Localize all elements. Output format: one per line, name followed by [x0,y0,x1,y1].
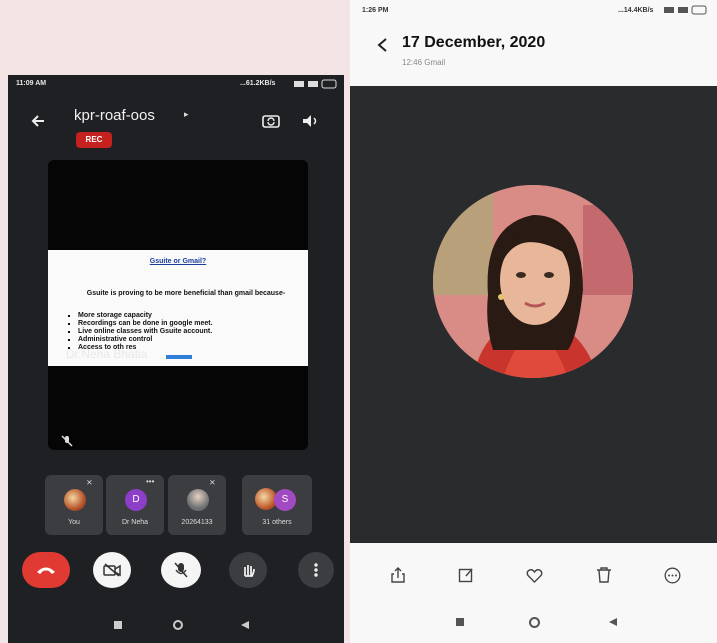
more-icon[interactable] [664,567,681,584]
mic-off-icon [174,562,188,578]
more-options-button[interactable] [298,552,334,588]
recents-nav-icon[interactable] [114,621,122,629]
share-icon[interactable] [390,567,406,583]
hand-icon [244,565,255,577]
speaker-icon[interactable] [301,113,319,129]
bottom-toolbar [350,543,717,643]
slide-bullet: Live online classes with Gsuite account. [78,328,213,336]
delete-icon[interactable] [596,567,612,583]
switch-camera-icon[interactable] [262,113,280,129]
avatar: S [274,489,296,511]
status-network: ...61.2KB/s [240,80,276,87]
caret-right-icon[interactable]: ▸ [184,109,189,120]
participant-tile-you[interactable]: ⨯ You [45,475,103,535]
slide-bullets: More storage capacity Recordings can be … [70,312,213,352]
home-nav-icon[interactable] [529,617,540,628]
slide-title: Gsuite or Gmail? [149,258,207,265]
mic-off-icon [61,435,73,447]
page-title: 17 December, 2020 [402,34,546,51]
presenter-name: Dr.Neha Bhatia [66,347,148,361]
meeting-title[interactable]: kpr-roaf-oos [74,107,155,124]
home-nav-icon[interactable] [173,620,183,630]
slide-bullet: More storage capacity [78,312,213,320]
back-arrow-icon[interactable] [30,113,46,129]
back-nav-icon[interactable] [608,617,618,627]
phone-hangup-icon [37,567,55,574]
slide-bullet: Administrative control [78,336,213,344]
participant-label: 20264133 [181,519,213,526]
presentation-tile[interactable]: Gsuite or Gmail? Gsuite is proving to be… [48,160,308,450]
mic-off-icon: ⨯ [209,478,216,487]
status-time: 1:26 PM [362,7,389,14]
participant-label: 31 others [262,519,292,526]
avatar [187,489,209,511]
edit-icon[interactable] [458,567,474,583]
slide-intro: Gsuite is proving to be more beneficial … [86,290,286,297]
meet-screen: 11:09 AM ...61.2KB/s kpr-roaf-oos ▸ REC … [8,75,344,643]
rec-badge: REC [76,132,112,148]
subtitle: 12:46 Gmail [402,58,446,67]
raise-hand-button[interactable] [229,552,267,588]
back-chevron-icon[interactable] [376,37,388,53]
recents-nav-icon[interactable] [456,618,464,626]
camera-off-icon [103,563,121,577]
slide-bullet: Recordings can be done in google meet. [78,320,213,328]
status-time: 11:09 AM [16,80,47,87]
participant-label: Dr Neha [121,519,149,526]
signal-battery-icon [664,5,707,15]
portrait-image [433,185,633,378]
favorite-icon[interactable] [526,568,543,583]
mic-toggle-button[interactable] [161,552,201,588]
gallery-screen: 1:26 PM ...14.4KB/s 17 December, 2020 12… [350,0,717,643]
camera-toggle-button[interactable] [93,552,131,588]
participant-label: You [68,519,80,526]
back-nav-icon[interactable] [240,620,250,630]
avatar [64,489,86,511]
avatar: D [125,489,147,511]
participant-tile-drneha[interactable]: D ••• Dr Neha [106,475,164,535]
top-bar: 1:26 PM ...14.4KB/s 17 December, 2020 12… [350,0,717,86]
more-vertical-icon [314,563,318,577]
profile-photo[interactable] [433,185,633,378]
speaking-icon: ••• [146,477,155,486]
participant-tile-others[interactable]: S 31 others [242,475,312,535]
mic-off-icon: ⨯ [86,478,93,487]
signal-battery-icon [294,79,337,89]
end-call-button[interactable] [22,552,70,588]
slide-highlight [166,355,192,359]
participant-tile-20264133[interactable]: ⨯ 20264133 [168,475,226,535]
status-network: ...14.4KB/s [618,7,654,14]
